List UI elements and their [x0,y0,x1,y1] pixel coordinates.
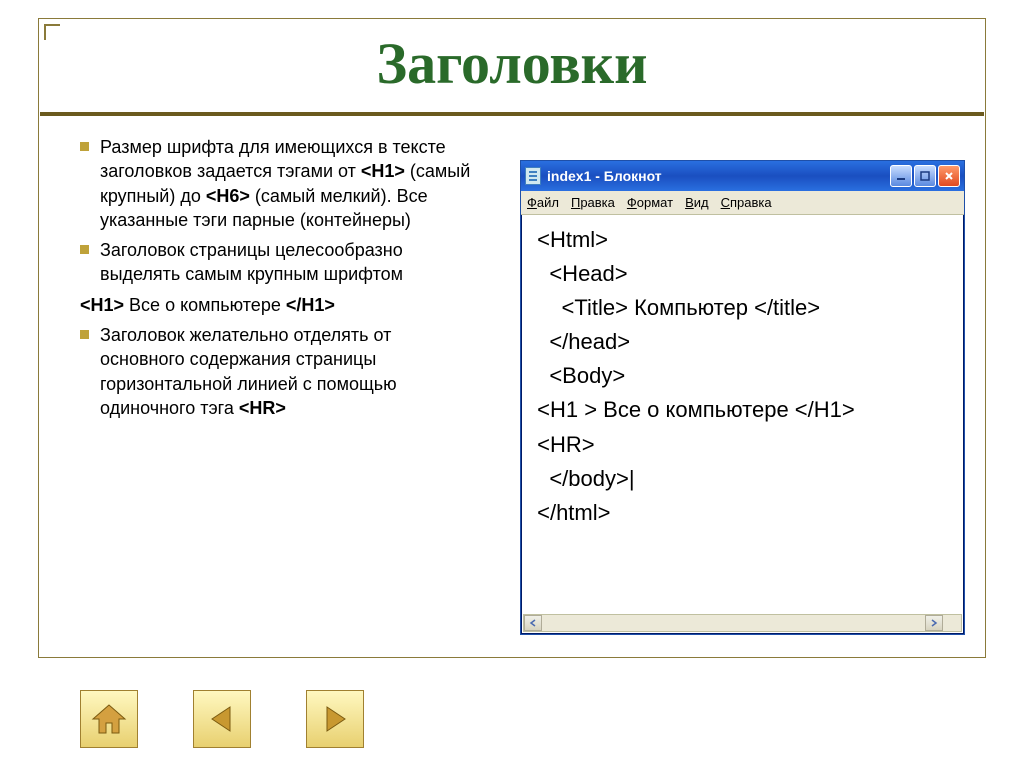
bullet-item: Заголовок желательно отделять от основно… [80,323,480,420]
prev-button[interactable] [193,690,251,748]
window-buttons [890,165,960,187]
code-line: <HR> [531,428,954,462]
notepad-window: index1 - Блокнот Файл Правка Формат Вид Спра… [520,160,965,635]
notepad-icon [525,167,541,185]
notepad-titlebar[interactable]: index1 - Блокнот [521,161,964,191]
scroll-sizer [943,615,961,631]
close-button[interactable] [938,165,960,187]
minimize-icon [896,171,906,181]
menu-item[interactable]: Вид [685,195,709,210]
plain-line: <H1> Все о компьютере </H1> [80,293,480,317]
bullet-item: Заголовок страницы целесообразно выделят… [80,238,480,287]
notepad-menubar: Файл Правка Формат Вид Справка [521,191,964,215]
arrow-left-icon [202,699,242,739]
notepad-title: index1 - Блокнот [547,168,890,184]
maximize-button[interactable] [914,165,936,187]
nav-buttons [80,690,364,748]
home-icon [89,699,129,739]
slide-title-text: Заголовки [377,31,648,96]
code-line: </head> [531,325,954,359]
code-line: <Html> [531,223,954,257]
home-button[interactable] [80,690,138,748]
slide-title: Заголовки [40,30,984,97]
code-line: </html> [531,496,954,530]
scroll-right-button[interactable] [925,615,943,631]
chevron-right-icon [930,619,938,627]
next-button[interactable] [306,690,364,748]
scroll-left-button[interactable] [524,615,542,631]
arrow-right-icon [315,699,355,739]
code-line: </body>| [531,462,954,496]
code-line: <Title> Компьютер </title> [531,291,954,325]
minimize-button[interactable] [890,165,912,187]
notepad-content[interactable]: <Html> <Head> <Title> Компьютер </title>… [523,215,962,614]
code-line: <Body> [531,359,954,393]
scroll-track[interactable] [542,615,925,631]
menu-item[interactable]: Правка [571,195,615,210]
code-line: <H1 > Все о компьютере </H1> [531,393,954,427]
menu-item[interactable]: Справка [721,195,772,210]
close-icon [944,171,954,181]
bullet-item: Размер шрифта для имеющихся в тексте заг… [80,135,480,232]
menu-item[interactable]: Формат [627,195,673,210]
chevron-left-icon [529,619,537,627]
code-line: <Head> [531,257,954,291]
maximize-icon [920,171,930,181]
bullet-list: Размер шрифта для имеющихся в тексте заг… [80,135,480,426]
title-underline [40,112,984,116]
horizontal-scrollbar[interactable] [523,614,962,632]
menu-item[interactable]: Файл [527,195,559,210]
